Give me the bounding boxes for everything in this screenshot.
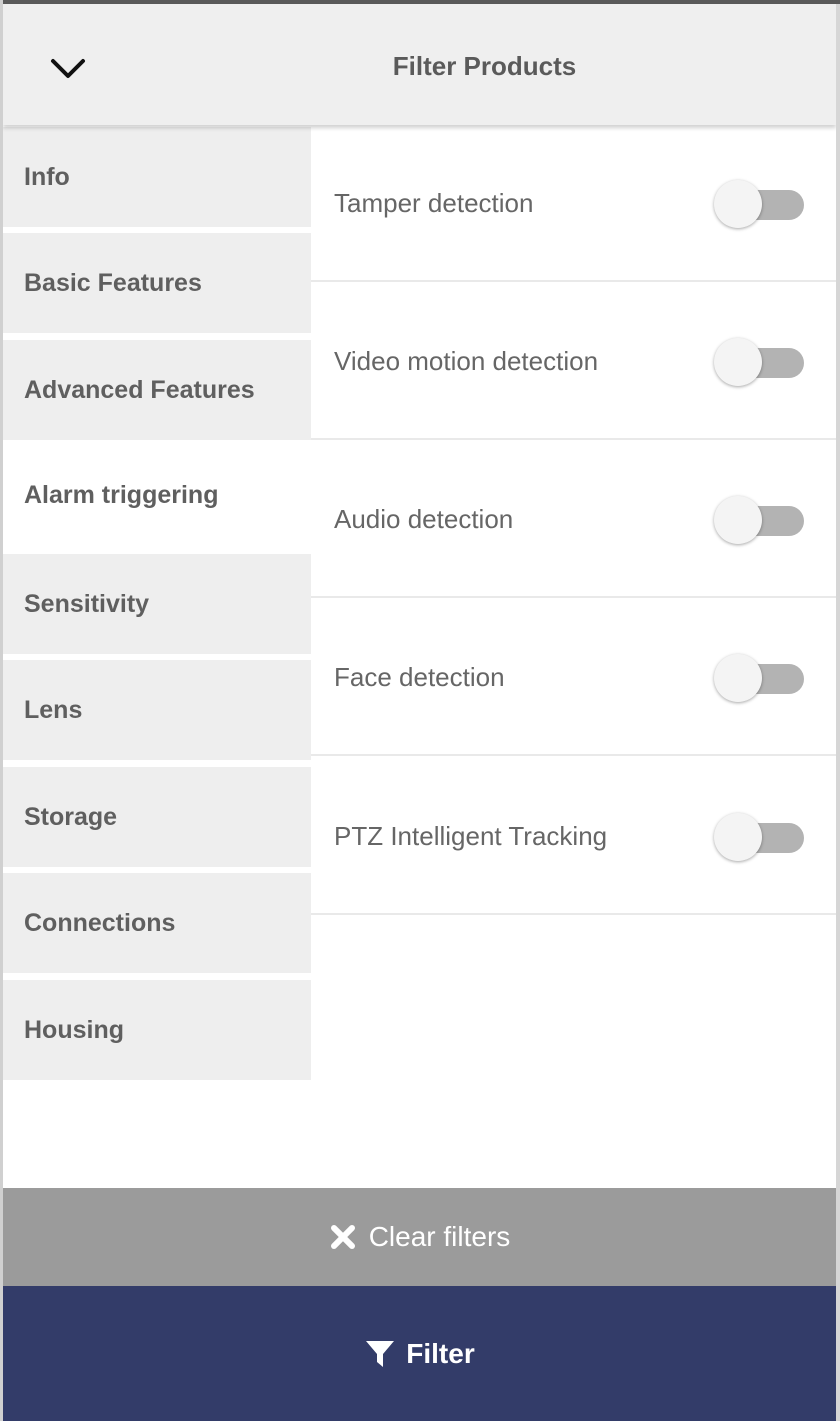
- toggle-thumb: [714, 496, 762, 544]
- toggle-thumb: [714, 813, 762, 861]
- sidebar-item-connections[interactable]: Connections: [3, 873, 311, 973]
- sidebar-item-basic-features[interactable]: Basic Features: [3, 233, 311, 333]
- sidebar-item-sensitivity[interactable]: Sensitivity: [3, 554, 311, 654]
- sidebar-item-label: Lens: [24, 695, 83, 724]
- toggle-thumb: [714, 338, 762, 386]
- option-label: Video motion detection: [334, 346, 599, 376]
- toggle-thumb: [714, 654, 762, 702]
- sidebar-item-label: Advanced Features: [24, 375, 255, 404]
- sidebar-item-label: Sensitivity: [24, 589, 150, 618]
- left-edge: [0, 0, 3, 1421]
- sidebar-item-advanced-features[interactable]: Advanced Features: [3, 340, 311, 440]
- filter-label: Filter: [406, 1337, 475, 1369]
- option-label: Tamper detection: [334, 188, 534, 218]
- funnel-icon: [364, 1338, 396, 1370]
- filter-option-row: Video motion detection: [311, 283, 836, 440]
- sidebar-item-label: Connections: [24, 908, 176, 937]
- ptz-intelligent-tracking-toggle[interactable]: [714, 813, 804, 863]
- filter-products-panel: Filter Products Info Basic Features Adva…: [0, 0, 840, 1421]
- filter-option-row: Audio detection: [311, 441, 836, 598]
- panel-header: Filter Products: [3, 4, 836, 125]
- option-label: Face detection: [334, 662, 505, 692]
- filter-button[interactable]: Filter: [3, 1286, 836, 1421]
- option-label: PTZ Intelligent Tracking: [334, 821, 608, 851]
- video-motion-detection-toggle[interactable]: [714, 338, 804, 388]
- sidebar-item-label: Basic Features: [24, 268, 202, 297]
- collapse-button[interactable]: [33, 34, 103, 104]
- clear-filters-button[interactable]: Clear filters: [3, 1188, 836, 1286]
- sidebar-item-label: Info: [24, 162, 70, 191]
- sidebar-item-label: Storage: [24, 802, 118, 831]
- face-detection-toggle[interactable]: [714, 654, 804, 704]
- option-label: Audio detection: [334, 504, 514, 534]
- chevron-down-icon: [51, 59, 85, 78]
- right-edge: [836, 4, 840, 1421]
- clear-filters-label: Clear filters: [368, 1221, 511, 1252]
- sidebar-item-label: Housing: [24, 1015, 124, 1044]
- sidebar-item-alarm-triggering[interactable]: Alarm triggering: [3, 445, 311, 545]
- sidebar-item-info[interactable]: Info: [3, 127, 311, 227]
- filter-option-row: PTZ Intelligent Tracking: [311, 758, 836, 915]
- filter-option-row: Face detection: [311, 599, 836, 756]
- toggle-thumb: [714, 180, 762, 228]
- sidebar-item-label: Alarm triggering: [24, 480, 219, 509]
- sidebar-item-housing[interactable]: Housing: [3, 980, 311, 1080]
- sidebar-item-storage[interactable]: Storage: [3, 767, 311, 867]
- audio-detection-toggle[interactable]: [714, 496, 804, 546]
- filter-option-row: Tamper detection: [311, 125, 836, 282]
- sidebar-item-lens[interactable]: Lens: [3, 660, 311, 760]
- close-icon: [329, 1223, 357, 1251]
- tamper-detection-toggle[interactable]: [714, 180, 804, 230]
- page-title: Filter Products: [392, 50, 577, 81]
